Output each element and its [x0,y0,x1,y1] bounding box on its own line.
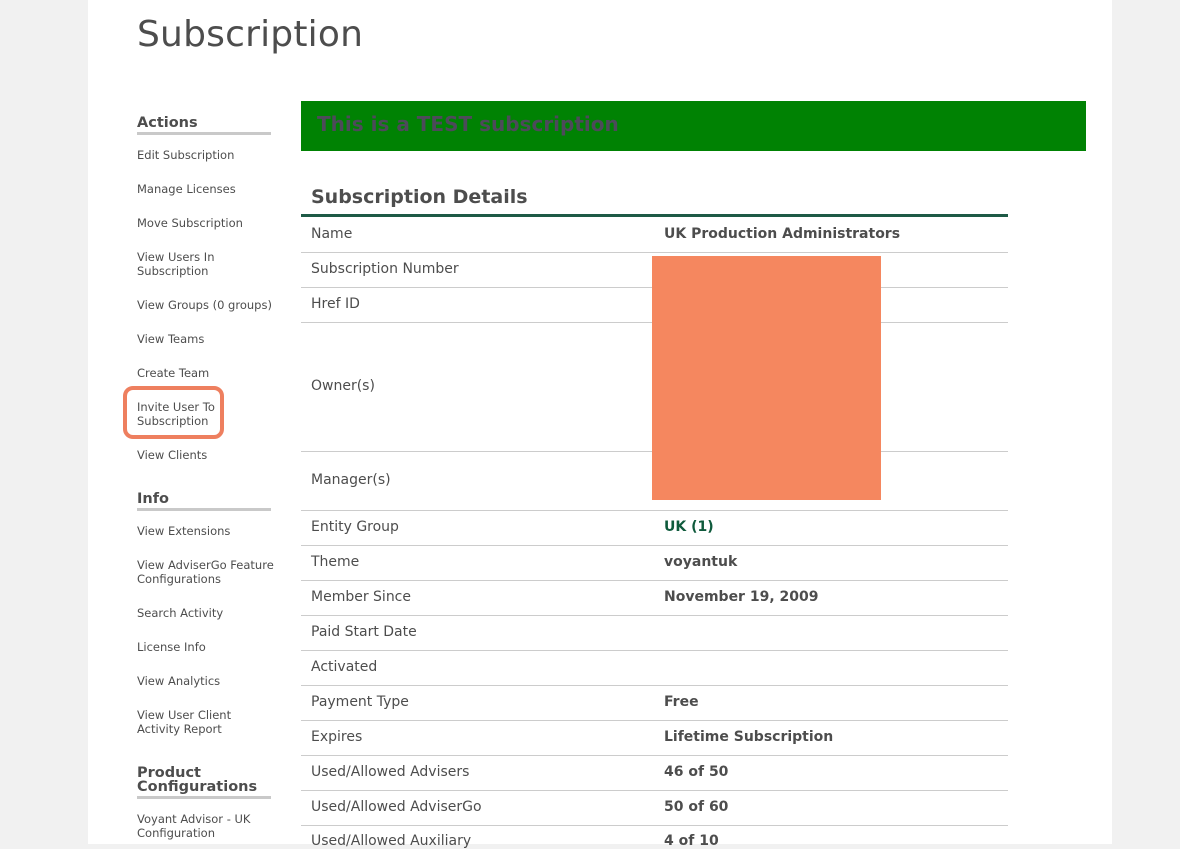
detail-value: November 19, 2009 [664,589,819,605]
view-teams-link[interactable]: View Teams [137,332,275,346]
detail-label: Manager(s) [311,472,391,488]
detail-value: Free [664,694,699,710]
view-groups-link[interactable]: View Groups (0 groups) [137,298,275,312]
detail-value: 50 of 60 [664,799,729,815]
detail-value: UK Production Administrators [664,226,901,242]
test-subscription-banner-text: This is a TEST subscription [317,112,619,136]
detail-label: Used/Allowed AdviserGo [311,799,482,815]
view-extensions-link[interactable]: View Extensions [137,524,275,538]
detail-label: Expires [311,729,363,745]
detail-label: Used/Allowed Advisers [311,764,470,780]
detail-label: Paid Start Date [311,624,417,640]
detail-label: Owner(s) [311,378,375,394]
product-configurations-heading: Product Configurations [137,766,271,799]
detail-row-entity-group: Entity Group UK (1) [301,511,1008,546]
detail-label: Entity Group [311,519,399,535]
view-clients-link[interactable]: View Clients [137,448,275,462]
detail-row-member-since: Member Since November 19, 2009 [301,581,1008,616]
detail-label: Subscription Number [311,261,459,277]
detail-row-name: Name UK Production Administrators [301,217,1008,253]
license-info-link[interactable]: License Info [137,640,275,654]
highlight-ring [123,386,224,439]
subscription-details-title: Subscription Details [311,186,528,208]
edit-subscription-link[interactable]: Edit Subscription [137,148,275,162]
detail-value: 4 of 10 [664,833,719,849]
detail-row-used-allowed-advisers: Used/Allowed Advisers 46 of 50 [301,756,1008,791]
detail-row-theme: Theme voyantuk [301,546,1008,581]
detail-row-paid-start-date: Paid Start Date [301,616,1008,651]
detail-row-payment-type: Payment Type Free [301,686,1008,721]
detail-row-used-allowed-auxiliary: Used/Allowed Auxiliary 4 of 10 [301,826,1008,849]
page-title: Subscription [137,14,364,55]
view-users-in-subscription-link[interactable]: View Users In Subscription [137,250,237,278]
detail-label: Theme [311,554,360,570]
manage-licenses-link[interactable]: Manage Licenses [137,182,275,196]
detail-label: Name [311,226,353,242]
view-user-client-activity-report-link[interactable]: View User Client Activity Report [137,708,237,736]
detail-row-used-allowed-advisergo: Used/Allowed AdviserGo 50 of 60 [301,791,1008,826]
move-subscription-link[interactable]: Move Subscription [137,216,275,230]
detail-row-activated: Activated [301,651,1008,686]
actions-heading: Actions [137,116,271,135]
voyant-advisor-uk-configuration-link[interactable]: Voyant Advisor - UK Configuration [137,812,257,840]
detail-row-expires: Expires Lifetime Subscription [301,721,1008,756]
detail-label: Payment Type [311,694,409,710]
redaction-block [652,256,881,500]
detail-label: Activated [311,659,378,675]
create-team-link[interactable]: Create Team [137,366,275,380]
page: Subscription Actions Edit Subscription M… [88,0,1112,849]
detail-label: Member Since [311,589,411,605]
test-subscription-banner: This is a TEST subscription [301,101,1086,151]
search-activity-link[interactable]: Search Activity [137,606,275,620]
view-advisergo-feature-configurations-link[interactable]: View AdviserGo Feature Configurations [137,558,277,586]
entity-group-link[interactable]: UK (1) [664,519,714,535]
info-heading: Info [137,492,271,511]
detail-label: Href ID [311,296,360,312]
detail-value: Lifetime Subscription [664,729,834,745]
view-analytics-link[interactable]: View Analytics [137,674,275,688]
detail-value: voyantuk [664,554,738,570]
detail-label: Used/Allowed Auxiliary [311,833,472,849]
detail-value: 46 of 50 [664,764,729,780]
